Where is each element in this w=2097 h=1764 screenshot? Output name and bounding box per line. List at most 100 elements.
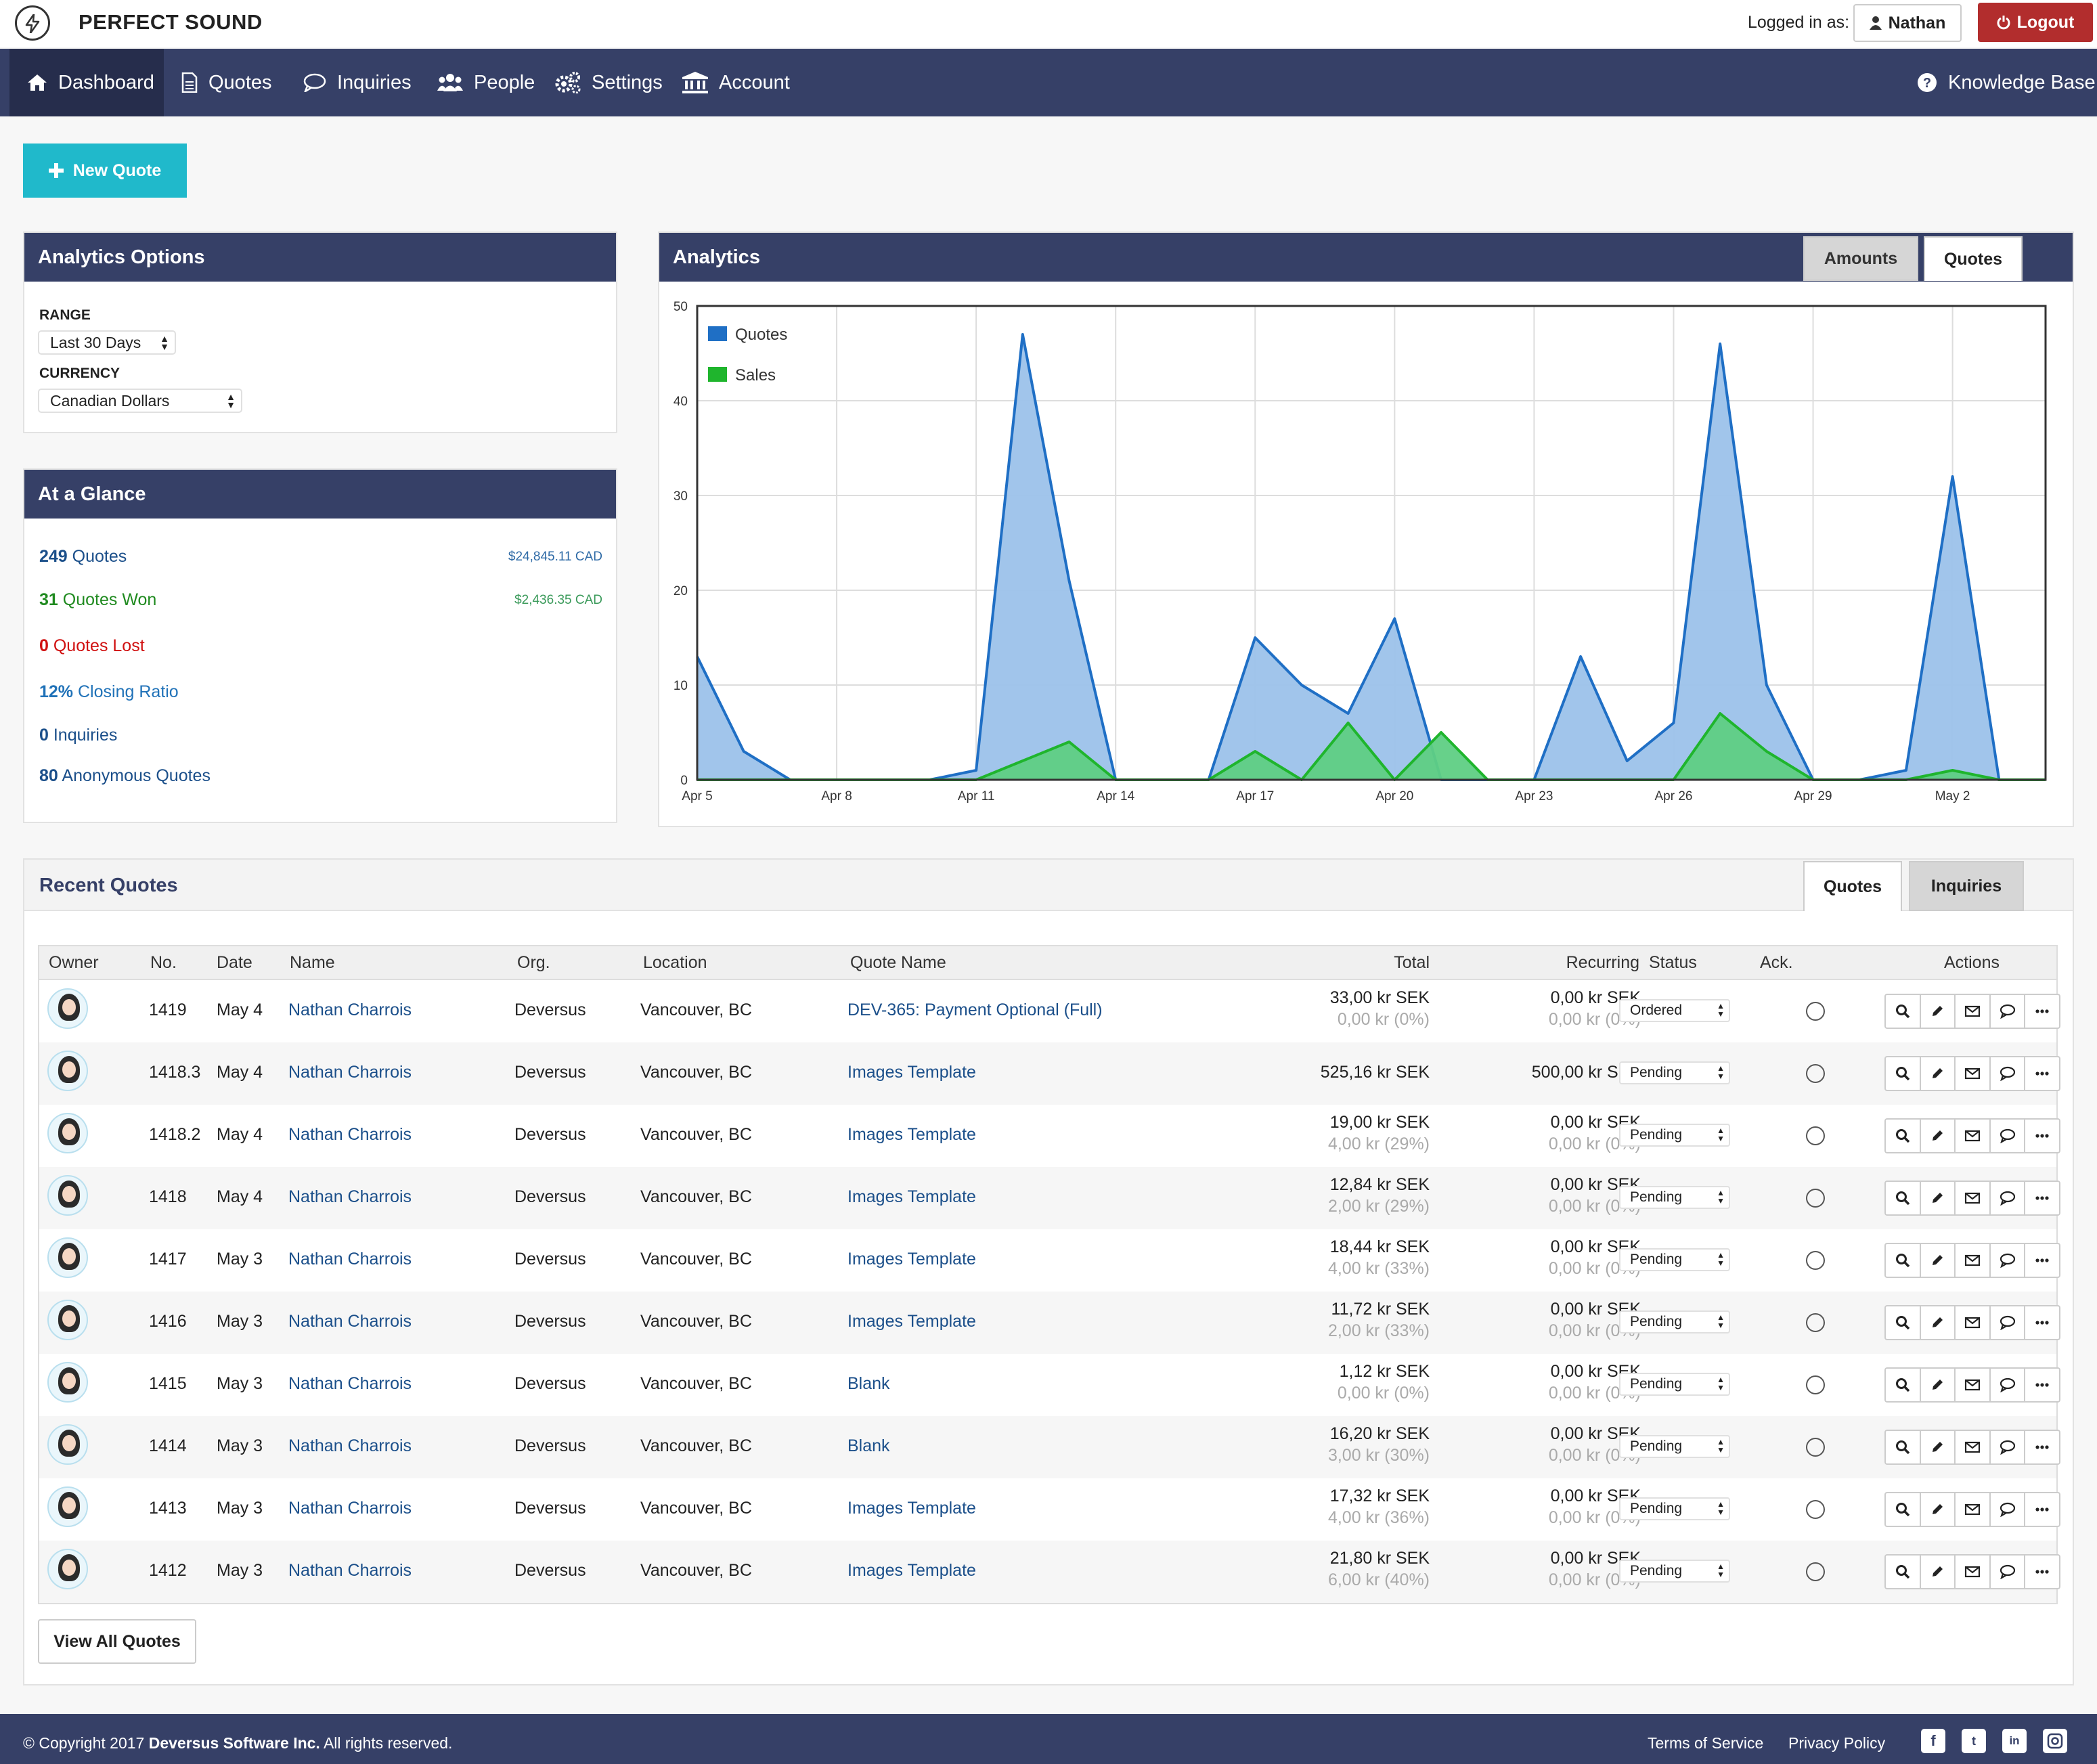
twitter-icon[interactable]: t (1962, 1729, 1986, 1753)
quote-name-link[interactable]: Images Template (847, 1063, 976, 1082)
linkedin-icon[interactable]: in (2002, 1729, 2027, 1753)
nav-item-settings[interactable]: Settings (555, 49, 663, 116)
nav-item-quotes[interactable]: Quotes (181, 49, 272, 116)
terms-link[interactable]: Terms of Service (1648, 1734, 1763, 1752)
status-select[interactable]: Pending ▲ ▼ (1619, 1248, 1730, 1271)
glance-anonymous-quotes[interactable]: 80 Anonymous Quotes (39, 766, 211, 786)
customer-name-link[interactable]: Nathan Charrois (288, 1499, 412, 1518)
email-icon[interactable] (1956, 1369, 1991, 1401)
email-icon[interactable] (1956, 995, 1991, 1028)
view-icon[interactable] (1886, 1369, 1921, 1401)
acknowledge-radio[interactable] (1806, 1251, 1825, 1270)
owner-avatar[interactable] (47, 1424, 88, 1465)
edit-icon[interactable] (1921, 1306, 1956, 1339)
col-no[interactable]: No. (150, 953, 177, 973)
status-select[interactable]: Pending ▲ ▼ (1619, 1497, 1730, 1520)
customer-name-link[interactable]: Nathan Charrois (288, 1561, 412, 1581)
comment-icon[interactable] (1991, 1431, 2026, 1463)
status-select[interactable]: Pending ▲ ▼ (1619, 1560, 1730, 1583)
status-select[interactable]: Pending ▲ ▼ (1619, 1435, 1730, 1458)
col-org[interactable]: Org. (517, 953, 550, 973)
more-icon[interactable] (2025, 995, 2059, 1028)
comment-icon[interactable] (1991, 1120, 2026, 1152)
owner-avatar[interactable] (47, 1362, 88, 1403)
comment-icon[interactable] (1991, 1369, 2026, 1401)
email-icon[interactable] (1956, 1306, 1991, 1339)
customer-name-link[interactable]: Nathan Charrois (288, 1125, 412, 1145)
view-icon[interactable] (1886, 1556, 1921, 1588)
edit-icon[interactable] (1921, 1556, 1956, 1588)
tab-recent-quotes[interactable]: Quotes (1803, 861, 1902, 911)
tab-quotes[interactable]: Quotes (1924, 236, 2023, 281)
acknowledge-radio[interactable] (1806, 1313, 1825, 1332)
nav-item-dashboard[interactable]: Dashboard (9, 49, 164, 116)
comment-icon[interactable] (1991, 1556, 2026, 1588)
owner-avatar[interactable] (47, 1051, 88, 1091)
customer-name-link[interactable]: Nathan Charrois (288, 1374, 412, 1394)
comment-icon[interactable] (1991, 1057, 2026, 1090)
more-icon[interactable] (2025, 1182, 2059, 1214)
col-location[interactable]: Location (643, 953, 707, 973)
acknowledge-radio[interactable] (1806, 1438, 1825, 1457)
customer-name-link[interactable]: Nathan Charrois (288, 1000, 412, 1020)
customer-name-link[interactable]: Nathan Charrois (288, 1312, 412, 1331)
acknowledge-radio[interactable] (1806, 1126, 1825, 1145)
glance-quotes-lost[interactable]: 0 Quotes Lost (39, 636, 145, 656)
quote-name-link[interactable]: Images Template (847, 1561, 976, 1581)
brand-name[interactable]: PERFECT SOUND (79, 10, 263, 35)
col-total[interactable]: Total (1348, 953, 1430, 973)
user-menu-button[interactable]: Nathan (1853, 4, 1962, 42)
email-icon[interactable] (1956, 1431, 1991, 1463)
more-icon[interactable] (2025, 1120, 2059, 1152)
col-date[interactable]: Date (217, 953, 252, 973)
col-owner[interactable]: Owner (49, 953, 99, 973)
glance-inquiries[interactable]: 0 Inquiries (39, 726, 117, 745)
customer-name-link[interactable]: Nathan Charrois (288, 1436, 412, 1456)
status-select[interactable]: Pending ▲ ▼ (1619, 1373, 1730, 1396)
owner-avatar[interactable] (47, 988, 88, 1029)
email-icon[interactable] (1956, 1244, 1991, 1277)
view-all-quotes-button[interactable]: View All Quotes (38, 1619, 196, 1664)
privacy-link[interactable]: Privacy Policy (1788, 1734, 1885, 1752)
quote-name-link[interactable]: Blank (847, 1436, 890, 1456)
view-icon[interactable] (1886, 1306, 1921, 1339)
new-quote-button[interactable]: New Quote (23, 144, 187, 198)
email-icon[interactable] (1956, 1182, 1991, 1214)
email-icon[interactable] (1956, 1120, 1991, 1152)
quote-name-link[interactable]: Images Template (847, 1125, 976, 1145)
more-icon[interactable] (2025, 1244, 2059, 1277)
acknowledge-radio[interactable] (1806, 1064, 1825, 1083)
edit-icon[interactable] (1921, 1431, 1956, 1463)
email-icon[interactable] (1956, 1556, 1991, 1588)
quote-name-link[interactable]: Images Template (847, 1499, 976, 1518)
comment-icon[interactable] (1991, 1493, 2026, 1526)
glance-quotes[interactable]: 249 Quotes (39, 547, 127, 567)
owner-avatar[interactable] (47, 1237, 88, 1278)
acknowledge-radio[interactable] (1806, 1002, 1825, 1021)
glance-quotes-won[interactable]: 31 Quotes Won (39, 590, 156, 610)
status-select[interactable]: Ordered ▲ ▼ (1619, 999, 1730, 1022)
quote-name-link[interactable]: Blank (847, 1374, 890, 1394)
edit-icon[interactable] (1921, 1493, 1956, 1526)
quote-name-link[interactable]: Images Template (847, 1312, 976, 1331)
view-icon[interactable] (1886, 1244, 1921, 1277)
view-icon[interactable] (1886, 1182, 1921, 1214)
nav-item-account[interactable]: Account (682, 49, 790, 116)
edit-icon[interactable] (1921, 1120, 1956, 1152)
comment-icon[interactable] (1991, 1306, 2026, 1339)
view-icon[interactable] (1886, 1057, 1921, 1090)
owner-avatar[interactable] (47, 1300, 88, 1340)
owner-avatar[interactable] (47, 1486, 88, 1527)
tab-recent-inquiries[interactable]: Inquiries (1909, 861, 2024, 911)
more-icon[interactable] (2025, 1306, 2059, 1339)
brand-logo-icon[interactable] (15, 5, 50, 41)
col-recurring[interactable]: Recurring (1524, 953, 1639, 973)
nav-item-knowledge-base[interactable]: ? Knowledge Base (1917, 49, 2096, 116)
nav-item-inquiries[interactable]: Inquiries (303, 49, 412, 116)
email-icon[interactable] (1956, 1057, 1991, 1090)
status-select[interactable]: Pending ▲ ▼ (1619, 1310, 1730, 1333)
more-icon[interactable] (2025, 1369, 2059, 1401)
status-select[interactable]: Pending ▲ ▼ (1619, 1061, 1730, 1084)
acknowledge-radio[interactable] (1806, 1375, 1825, 1394)
view-icon[interactable] (1886, 995, 1921, 1028)
